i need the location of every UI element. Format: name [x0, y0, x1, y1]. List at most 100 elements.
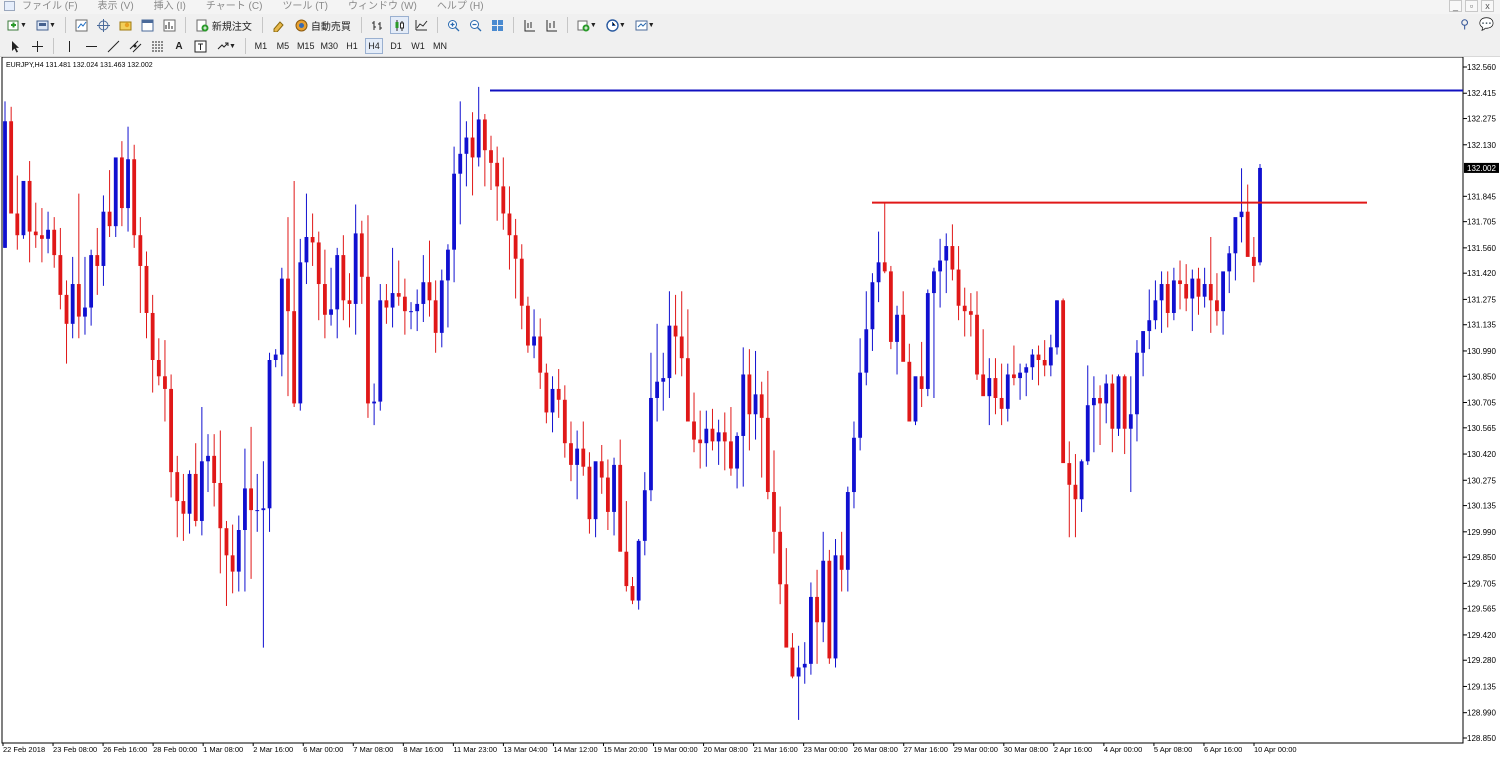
timeframe-m30[interactable]: M30 — [319, 38, 339, 54]
indicators-button[interactable]: ▼ — [574, 16, 600, 34]
toolbar-separator — [512, 17, 514, 33]
window-controls: _ ▫ x — [1449, 0, 1494, 12]
arrow-shapes-icon — [217, 42, 229, 49]
candle-body — [1055, 300, 1059, 348]
candle-body — [218, 482, 223, 529]
price-tick-label: 131.135 — [1467, 321, 1496, 330]
minimize-button[interactable]: _ — [1449, 0, 1462, 12]
trendline-button[interactable] — [104, 37, 123, 55]
current-price-label: 132.002 — [1467, 164, 1496, 173]
toolbar-separator — [184, 17, 186, 33]
vertical-line-button[interactable] — [60, 37, 79, 55]
line-chart-button[interactable] — [412, 16, 431, 34]
menu-item[interactable]: ウィンドウ (W) — [348, 0, 417, 13]
price-tick-label: 130.275 — [1467, 476, 1496, 485]
candle-body — [1258, 167, 1262, 263]
horizontal-line-icon — [86, 45, 97, 47]
time-tick-label: 23 Mar 00:00 — [804, 745, 848, 754]
navigator-button[interactable] — [116, 16, 135, 34]
candle-body — [21, 180, 26, 236]
menu-item[interactable]: ツール (T) — [282, 0, 328, 13]
candle-body — [1110, 383, 1115, 429]
search-icon[interactable]: ⚲ — [1460, 17, 1469, 31]
timeframe-h4[interactable]: H4 — [364, 38, 383, 54]
candlestick-chart[interactable]: 132.560 132.415 132.275 132.130 131.845 131.7… — [0, 57, 1500, 759]
candle-body — [741, 374, 746, 436]
candle-body — [236, 530, 241, 572]
timeframe-d1[interactable]: D1 — [387, 38, 405, 54]
horizontal-line-button[interactable] — [82, 37, 101, 55]
text-button[interactable]: A — [170, 37, 188, 55]
new-chart-button[interactable]: ▼ — [4, 16, 30, 34]
autotrading-button[interactable]: 自動売買 — [291, 16, 355, 34]
bar-chart-button[interactable] — [368, 16, 387, 34]
time-tick-label: 27 Mar 16:00 — [904, 745, 948, 754]
strategy-tester-button[interactable] — [160, 16, 179, 34]
market-watch-button[interactable] — [72, 16, 91, 34]
menu-item[interactable]: チャート (C) — [206, 0, 263, 13]
timeframe-m15[interactable]: M15 — [296, 38, 316, 54]
close-button[interactable]: x — [1481, 0, 1494, 12]
candle-body — [944, 246, 949, 261]
menu-item[interactable]: 表示 (V) — [98, 0, 134, 13]
auto-scroll-button[interactable] — [542, 16, 561, 34]
timeframe-buttons: M1 M5 M15 M30 H1 H4 D1 W1 MN — [252, 38, 449, 54]
templates-button[interactable]: ▼ — [632, 16, 658, 34]
dropdown-arrow-icon: ▼ — [20, 21, 27, 29]
candle-body — [27, 180, 32, 232]
candle-body — [267, 359, 272, 509]
bar-chart-icon — [371, 20, 382, 30]
menu-item[interactable]: ファイル (F) — [22, 0, 78, 13]
restore-button[interactable]: ▫ — [1465, 0, 1478, 12]
candle-body — [1079, 461, 1084, 500]
candle-body — [796, 667, 801, 677]
candle-body — [513, 235, 518, 259]
terminal-button[interactable] — [138, 16, 157, 34]
new-order-button[interactable]: 新規注文 — [192, 16, 256, 34]
candle-body — [612, 464, 616, 512]
timeframe-m5[interactable]: M5 — [274, 38, 292, 54]
price-tick-label: 132.415 — [1467, 89, 1496, 98]
trendline-icon — [107, 40, 120, 52]
line-studies-toolbar: A ▼ M1 M5 M15 M30 H1 H4 D1 W1 MN — [0, 36, 1500, 57]
candle-body — [519, 258, 524, 306]
indicators-icon — [577, 20, 590, 31]
candle-body — [599, 461, 604, 478]
candle-body — [618, 464, 623, 552]
new-chart-icon — [7, 20, 19, 30]
time-tick-label: 23 Feb 08:00 — [53, 745, 97, 754]
timeframe-mn[interactable]: MN — [431, 38, 449, 54]
standard-toolbar: ▼ ▼ 新規注文 自動売買 ▼ ▼ ▼ ⚲ 💬 — [0, 14, 1500, 37]
candlestick-chart-button[interactable] — [389, 16, 409, 34]
price-tick-label: 129.280 — [1467, 656, 1496, 665]
metaeditor-button[interactable] — [269, 16, 288, 34]
profiles-button[interactable]: ▼ — [33, 16, 59, 34]
timeframe-m1[interactable]: M1 — [252, 38, 270, 54]
data-window-button[interactable] — [94, 16, 113, 34]
text-label-button[interactable] — [191, 37, 210, 55]
chat-icon[interactable]: 💬 — [1479, 17, 1494, 31]
channel-button[interactable] — [126, 37, 145, 55]
vertical-line-icon — [69, 40, 70, 52]
candle-body — [975, 314, 979, 375]
time-tick-label: 14 Mar 12:00 — [553, 745, 597, 754]
candle-body — [1165, 284, 1170, 313]
zoom-in-button[interactable] — [444, 16, 463, 34]
candle-body — [169, 388, 174, 473]
candle-body — [735, 435, 739, 469]
fibonacci-button[interactable] — [148, 37, 167, 55]
crosshair-button[interactable] — [28, 37, 47, 55]
timeframe-h1[interactable]: H1 — [343, 38, 361, 54]
price-tick-label: 130.135 — [1467, 502, 1496, 511]
chart-shift-button[interactable] — [520, 16, 539, 34]
candle-body — [587, 466, 592, 520]
menu-item[interactable]: 挿入 (I) — [154, 0, 186, 13]
zoom-out-button[interactable] — [466, 16, 485, 34]
tile-windows-button[interactable] — [488, 16, 507, 34]
time-tick-label: 13 Mar 04:00 — [503, 745, 547, 754]
timeframe-w1[interactable]: W1 — [409, 38, 427, 54]
arrows-button[interactable]: ▼ — [213, 37, 239, 55]
periods-button[interactable]: ▼ — [603, 16, 629, 34]
cursor-button[interactable] — [6, 37, 25, 55]
menu-item[interactable]: ヘルプ (H) — [437, 0, 484, 13]
